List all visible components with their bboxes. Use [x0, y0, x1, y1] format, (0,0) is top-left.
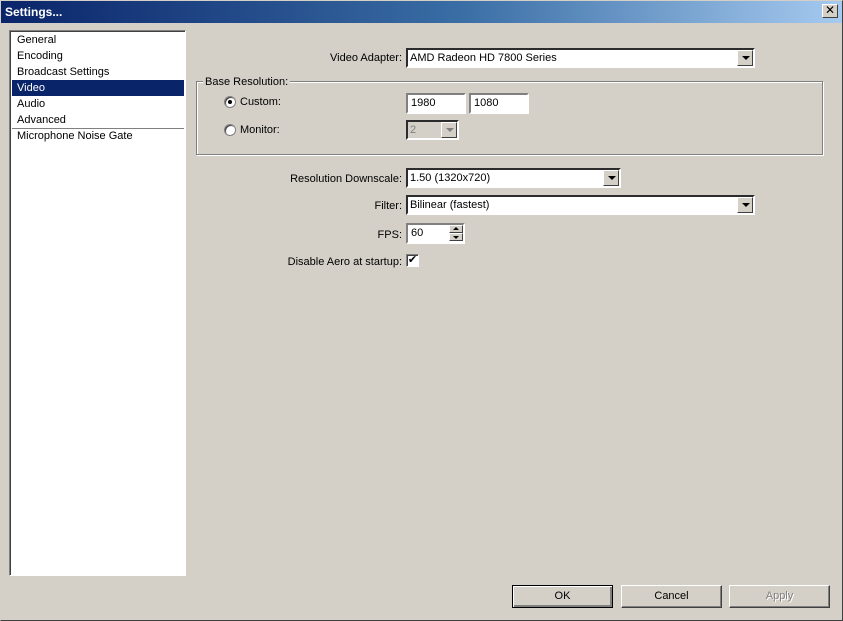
custom-height-input[interactable]: 1080	[469, 93, 529, 114]
ok-button[interactable]: OK	[512, 585, 613, 608]
close-button[interactable]: ✕	[822, 4, 838, 18]
sidebar-item-general[interactable]: General	[12, 32, 184, 48]
sidebar-item-broadcast-settings[interactable]: Broadcast Settings	[12, 64, 184, 80]
sidebar-item-encoding[interactable]: Encoding	[12, 48, 184, 64]
settings-category-list[interactable]: General Encoding Broadcast Settings Vide…	[9, 30, 186, 576]
check-icon: ✔	[407, 254, 418, 266]
monitor-select: 2	[406, 120, 459, 140]
resolution-downscale-label: Resolution Downscale:	[290, 173, 402, 185]
video-adapter-value: AMD Radeon HD 7800 Series	[410, 52, 557, 64]
custom-resolution-label[interactable]: Custom:	[240, 95, 281, 109]
window-title: Settings...	[5, 5, 63, 19]
disable-aero-label: Disable Aero at startup:	[287, 256, 402, 268]
apply-button: Apply	[729, 585, 830, 608]
filter-label: Filter:	[374, 200, 403, 212]
video-adapter-label: Video Adapter:	[330, 52, 402, 64]
sidebar-item-video[interactable]: Video	[12, 80, 184, 96]
base-resolution-title: Base Resolution:	[203, 76, 291, 88]
title-bar[interactable]: Settings... ✕	[1, 1, 842, 23]
sidebar-item-advanced[interactable]: Advanced	[12, 112, 184, 128]
chevron-down-icon[interactable]	[737, 197, 753, 213]
fps-label: FPS:	[377, 229, 402, 241]
sidebar-item-audio[interactable]: Audio	[12, 96, 184, 112]
fps-value: 60	[411, 227, 424, 239]
monitor-value: 2	[410, 124, 417, 136]
chevron-down-icon[interactable]	[603, 170, 619, 186]
sidebar-item-microphone-noise-gate[interactable]: Microphone Noise Gate	[12, 128, 184, 144]
disable-aero-checkbox[interactable]: ✔	[406, 254, 419, 267]
monitor-radio[interactable]	[224, 124, 236, 136]
filter-select[interactable]: Bilinear (fastest)	[406, 195, 755, 215]
video-adapter-select[interactable]: AMD Radeon HD 7800 Series	[406, 48, 755, 68]
monitor-label[interactable]: Monitor:	[240, 123, 280, 137]
close-icon: ✕	[824, 3, 836, 17]
filter-value: Bilinear (fastest)	[410, 199, 490, 211]
fps-spinner[interactable]: 60	[406, 223, 465, 244]
cancel-button[interactable]: Cancel	[621, 585, 722, 608]
settings-window: Settings... ✕ General Encoding Broadcast…	[0, 0, 843, 621]
resolution-downscale-value: 1.50 (1320x720)	[410, 172, 491, 184]
spin-up-icon[interactable]	[449, 225, 463, 233]
radio-selected-dot	[228, 100, 232, 104]
resolution-downscale-select[interactable]: 1.50 (1320x720)	[406, 168, 621, 188]
custom-width-input[interactable]: 1980	[406, 93, 466, 114]
spin-down-icon[interactable]	[449, 233, 463, 241]
chevron-down-icon	[441, 122, 457, 138]
custom-resolution-radio[interactable]	[224, 96, 236, 108]
chevron-down-icon[interactable]	[737, 50, 753, 66]
